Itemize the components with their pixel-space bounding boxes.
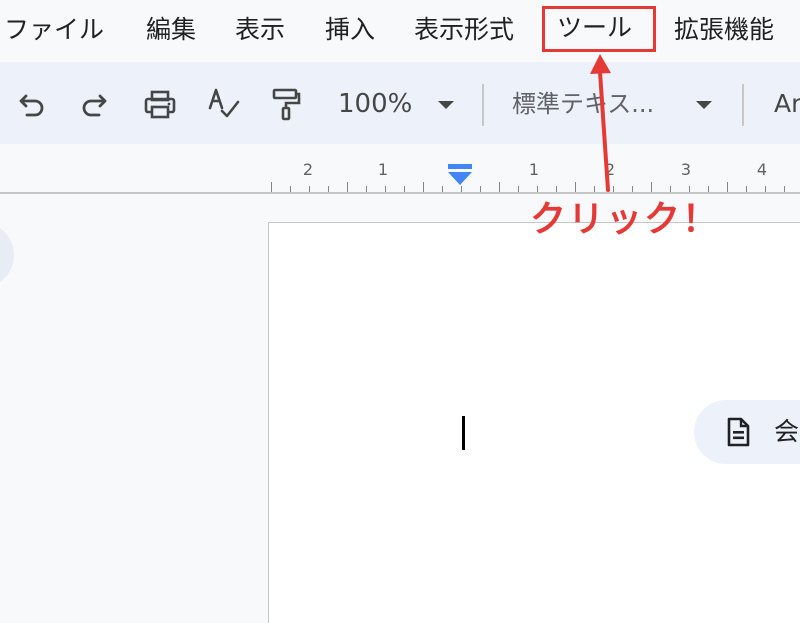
ruler-tick (385, 186, 386, 192)
ruler-label: 2 (604, 160, 616, 179)
ruler-tick (746, 186, 747, 192)
ruler-label: 2 (302, 160, 314, 179)
print-button[interactable] (140, 84, 180, 124)
paint-format-button[interactable] (266, 84, 306, 124)
ruler-label: 4 (756, 160, 768, 179)
ruler-tick (328, 186, 329, 192)
ruler-label: 3 (680, 160, 692, 179)
ruler-label: 1 (528, 160, 540, 179)
chevron-down-icon (696, 101, 712, 109)
document-outline-tab[interactable] (0, 222, 14, 288)
ruler-tick (518, 186, 519, 192)
zoom-value: 100% (338, 89, 413, 119)
spellcheck-button[interactable] (204, 84, 244, 124)
chevron-down-icon (438, 101, 454, 109)
ruler-label: 1 (377, 160, 389, 179)
ruler-tick (442, 186, 443, 192)
toolbar-divider (482, 84, 484, 126)
ruler-tick (309, 186, 310, 192)
font-value: Ari (774, 89, 800, 118)
menu-format[interactable]: 表示形式 (414, 8, 514, 52)
toolbar: 100% 標準テキス... Ari (0, 62, 800, 144)
menu-tools[interactable]: ツール (542, 6, 656, 52)
ruler-tick (727, 182, 728, 192)
meeting-notes-label: 会議 (774, 417, 800, 446)
ruler: 2 1 1 2 3 4 (0, 144, 800, 194)
undo-button[interactable] (12, 84, 52, 124)
menu-file[interactable]: ファイル (4, 8, 104, 52)
spellcheck-icon (208, 88, 240, 118)
menu-extensions[interactable]: 拡張機能 (674, 8, 774, 52)
indent-marker-icon[interactable] (447, 164, 473, 186)
menu-insert[interactable]: 挿入 (325, 8, 375, 52)
menu-edit[interactable]: 編集 (146, 8, 196, 52)
redo-icon (82, 94, 107, 117)
undo-icon (19, 94, 44, 117)
paragraph-style-value: 標準テキス... (512, 90, 655, 118)
ruler-tick (480, 186, 481, 192)
menu-bar: ファイル 編集 表示 挿入 表示形式 ツール 拡張機能 (0, 0, 800, 62)
text-cursor (462, 416, 465, 450)
ruler-tick (347, 182, 348, 192)
ruler-tick (271, 182, 272, 192)
ruler-tick (499, 182, 500, 192)
paint-format-icon (272, 88, 301, 121)
ruler-tick (461, 186, 462, 192)
ruler-tick (765, 186, 766, 192)
print-icon (144, 90, 176, 119)
paragraph-style-select[interactable]: 標準テキス... (506, 82, 720, 126)
document-icon (727, 417, 750, 447)
ruler-tick (404, 186, 405, 192)
menu-view[interactable]: 表示 (235, 8, 285, 52)
font-select[interactable]: Ari (766, 82, 800, 126)
ruler-tick (784, 186, 785, 192)
meeting-notes-chip[interactable]: 会議 (694, 400, 800, 464)
ruler-tick (423, 182, 424, 192)
toolbar-divider (742, 84, 744, 126)
ruler-tick (290, 186, 291, 192)
redo-button[interactable] (74, 84, 114, 124)
ruler-tick (366, 186, 367, 192)
zoom-select[interactable]: 100% (334, 82, 462, 126)
annotation-text: クリック！ (530, 199, 721, 240)
